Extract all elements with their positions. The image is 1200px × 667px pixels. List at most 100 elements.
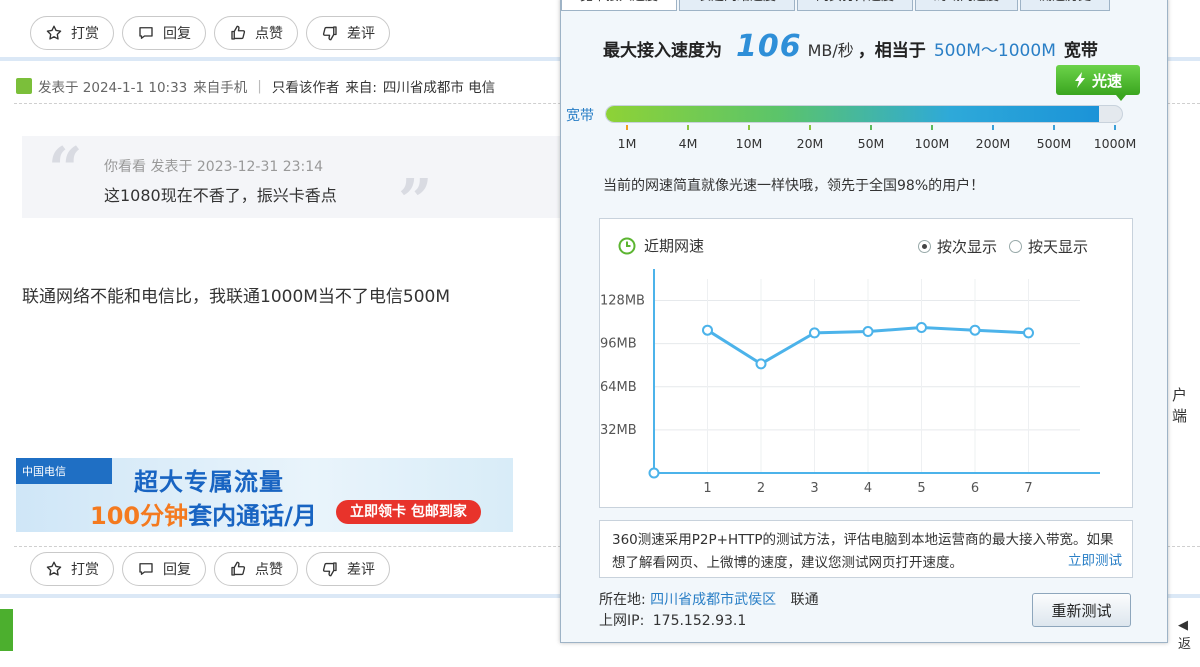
like-label: 点赞 (255, 26, 283, 42)
reply-button[interactable]: 回复 (122, 552, 206, 586)
bar-tick-mark (687, 125, 689, 130)
telecom-logo: 中国电信 (16, 458, 112, 484)
retest-button[interactable]: 重新测试 (1032, 593, 1131, 627)
bar-tick-mark (1114, 125, 1116, 130)
data-point-3 (809, 327, 820, 339)
ad-banner[interactable]: 中国电信 超大专属流量 100分钟套内通话/月 立即领卡 包邮到家 (16, 458, 513, 532)
only-author-link[interactable]: 只看该作者 (272, 76, 340, 96)
tab-longhaul-speed[interactable]: 长途网络速度 (679, 0, 796, 11)
location-line: 所在地: 四川省成都市武侯区 联通 (599, 589, 819, 609)
bar-tick-200M: 200M (963, 125, 1023, 151)
reward-button[interactable]: 打赏 (30, 16, 114, 50)
reward-label: 打赏 (71, 26, 99, 42)
tab-webpage-speed[interactable]: 网页打开速度 (797, 0, 914, 11)
reward-button[interactable]: 打赏 (30, 552, 114, 586)
bar-tick-1M: 1M (597, 125, 657, 151)
like-label: 点赞 (255, 562, 283, 578)
speed-headline: 最大接入速度为 106 MB/秒 ，相当于 500M～1000M 宽带 (603, 29, 1098, 64)
bar-tick-mark (992, 125, 994, 130)
lightspeed-badge: 光速 (1056, 65, 1140, 101)
broadband-label: 宽带 (566, 108, 594, 124)
source-label: 来自: (345, 80, 377, 96)
reply-button[interactable]: 回复 (122, 16, 206, 50)
lightspeed-label: 光速 (1091, 71, 1122, 90)
dislike-label: 差评 (347, 26, 375, 42)
reward-label: 打赏 (71, 562, 99, 578)
star-icon (46, 561, 62, 576)
bar-tick-20M: 20M (780, 125, 840, 151)
y-tick-label: 96MB (600, 337, 637, 352)
quote-text: 这1080现在不香了，振兴卡香点 (104, 186, 337, 205)
speed-unit: MB/秒 (807, 41, 854, 60)
bar-tick-10M: 10M (719, 125, 779, 151)
headline-prefix: 最大接入速度为 (603, 41, 722, 61)
ip-value: 175.152.93.1 (652, 613, 747, 629)
open-quote-icon: “ (48, 135, 83, 205)
bar-tick-mark (1053, 125, 1055, 130)
bar-tick-label: 500M (1036, 136, 1072, 151)
bar-tick-label: 100M (914, 136, 950, 151)
screen: 打赏 回复 点赞 差评 发表于 2024-1-1 10:33 来自手机 | 只看… (0, 0, 1200, 667)
tab-broadband-speed[interactable]: 宽带接入速度 (561, 0, 678, 11)
data-point-6 (969, 324, 981, 336)
speedtest-window: 宽带接入速度 长途网络速度 网页打开速度 局域网速度 测速历史 最大接入速度为 … (560, 0, 1168, 643)
bar-tick-label: 200M (975, 136, 1011, 151)
headline-suffix: 宽带 (1063, 41, 1098, 61)
x-tick-label: 2 (757, 481, 765, 496)
speed-praise-text: 当前的网速简直就像光速一样快哦，领先于全国98%的用户！ (603, 178, 985, 194)
bar-tick-1000M: 1000M (1085, 125, 1145, 151)
thumbs-down-icon (322, 26, 337, 41)
ad-subline: 100分钟套内通话/月 (90, 496, 317, 531)
right-edge-back-button[interactable]: ◀返 (1178, 618, 1200, 652)
dislike-button[interactable]: 差评 (306, 552, 390, 586)
speed-bar-fill (606, 106, 1099, 122)
x-tick-label: 1 (703, 481, 711, 496)
lightning-icon (1074, 72, 1085, 88)
isp-value: 联通 (790, 592, 819, 608)
bar-tick-mark (870, 125, 872, 130)
post-location: 四川省成都市 电信 (382, 80, 496, 96)
bar-tick-4M: 4M (658, 125, 718, 151)
recent-speed-chart: 近期网速 按次显示 按天显示 32MB 64MB 96MB 128MB 1 2 3 4 5 6 7 (599, 218, 1133, 508)
tab-lan-speed[interactable]: 局域网速度 (915, 0, 1019, 11)
ad-subline-highlight: 100分钟 (90, 502, 189, 530)
bar-tick-label: 50M (857, 136, 885, 151)
speed-bar (605, 105, 1123, 123)
tab-history[interactable]: 测速历史 (1020, 0, 1111, 11)
left-edge-widget[interactable] (0, 609, 13, 651)
data-point-2 (755, 358, 767, 370)
post-meta: 发表于 2024-1-1 10:33 来自手机 | 只看该作者 来自: 四川省成… (16, 76, 495, 96)
quote-meta: 你看看 发表于 2023-12-31 23:14 (104, 159, 324, 175)
headline-mid: ，相当于 (857, 41, 926, 61)
speed-bar-ticks: 1M 4M 10M 20M 50M 100M 200M 500M 1000M (605, 125, 1136, 155)
ad-subline-text: 套内通话/月 (188, 502, 317, 530)
location-value: 四川省成都市武侯区 (650, 592, 777, 608)
like-button[interactable]: 点赞 (214, 552, 298, 586)
test-now-link[interactable]: 立即测试 (1068, 550, 1122, 573)
meta-separator: | (257, 78, 262, 94)
ad-headline: 超大专属流量 (134, 468, 284, 496)
bar-tick-50M: 50M (841, 125, 901, 151)
quote-block: “ 你看看 发表于 2023-12-31 23:14 这1080现在不香了，振兴… (22, 135, 560, 232)
reply-body: 联通网络不能和电信比，我联通1000M当不了电信500M (22, 287, 451, 307)
dislike-label: 差评 (347, 562, 375, 578)
star-icon (46, 25, 62, 40)
speed-line-plot: 32MB 64MB 96MB 128MB 1 2 3 4 5 6 7 (600, 269, 1100, 496)
reply-label: 回复 (163, 26, 191, 42)
bar-tick-mark (626, 125, 628, 130)
x-tick-label: 3 (810, 481, 818, 496)
data-point-4 (862, 326, 874, 338)
data-point-7 (1023, 327, 1034, 339)
x-tick-label: 5 (917, 481, 925, 496)
x-tick-label: 7 (1024, 481, 1032, 496)
reply-label: 回复 (163, 562, 191, 578)
x-tick-label: 6 (971, 481, 979, 496)
thumbs-up-icon (231, 25, 246, 40)
right-edge-text: 户端 (1172, 386, 1188, 425)
dislike-button[interactable]: 差评 (306, 16, 390, 50)
speedtest-tabs: 宽带接入速度 长途网络速度 网页打开速度 局域网速度 测速历史 (561, 0, 1112, 11)
bar-tick-label: 10M (735, 136, 763, 151)
ad-cta-button[interactable]: 立即领卡 包邮到家 (336, 500, 481, 524)
like-button[interactable]: 点赞 (214, 16, 298, 50)
bar-tick-mark (748, 125, 750, 130)
